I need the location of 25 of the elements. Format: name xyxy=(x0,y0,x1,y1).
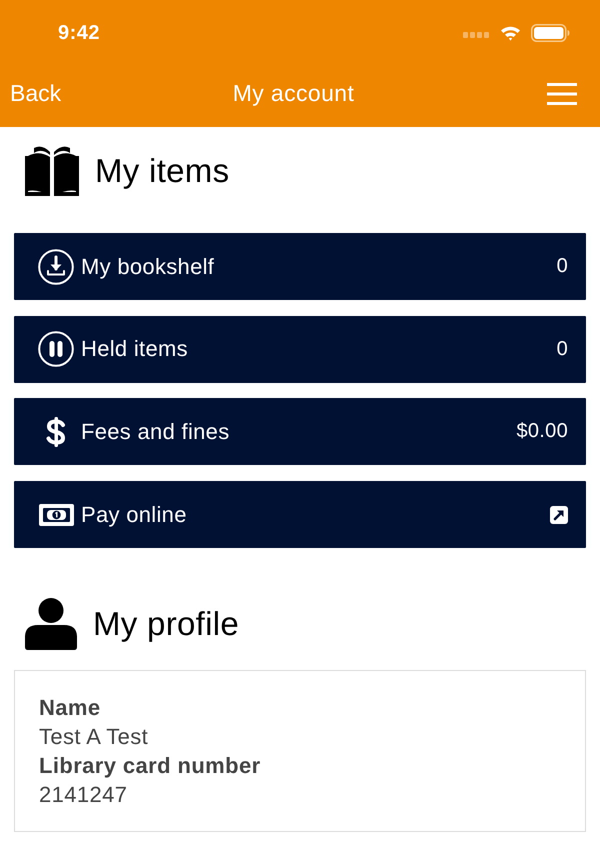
list-item[interactable]: Pay online xyxy=(14,481,586,548)
field-value: 2141247 xyxy=(39,781,128,810)
wifi-icon xyxy=(500,25,521,41)
list-item[interactable]: Held items 0 xyxy=(14,316,586,383)
row-value: $0.00 xyxy=(516,420,568,444)
book-icon xyxy=(25,144,79,197)
row-value: 0 xyxy=(556,255,568,278)
banknote-icon xyxy=(38,504,74,526)
page-title: My account xyxy=(232,80,354,107)
menu-icon[interactable] xyxy=(547,82,577,104)
field-label: Name xyxy=(39,694,102,722)
row-value: 0 xyxy=(556,338,568,361)
pause-icon xyxy=(38,331,74,368)
list-item[interactable]: Fees and fines $0.00 xyxy=(14,398,586,466)
section-title: My items xyxy=(95,152,230,190)
status-time: 9:42 xyxy=(58,22,100,44)
signal-icon xyxy=(463,32,490,38)
download-icon xyxy=(38,248,74,284)
person-icon xyxy=(25,598,77,650)
list-item[interactable]: My bookshelf 0 xyxy=(14,233,586,300)
field-label: Library card number xyxy=(39,752,262,780)
battery-icon xyxy=(531,24,570,42)
section-title: My profile xyxy=(93,605,240,644)
external-link-icon xyxy=(550,506,568,524)
field-value: Test A Test xyxy=(39,723,150,752)
